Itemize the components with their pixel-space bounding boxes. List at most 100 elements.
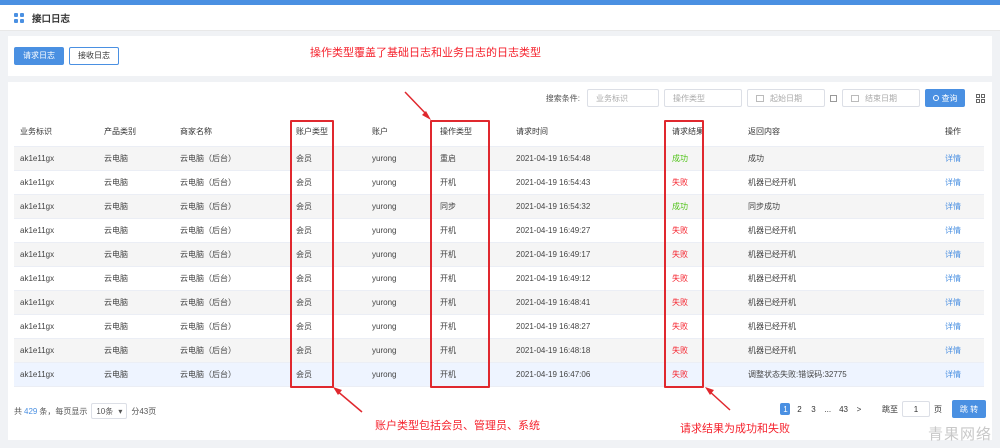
table-cell: 云电脑 [98,194,174,219]
table-row: ak1e11gx 云电脑 云电脑（后台） 会员 yurong 同步 2021-04-19 1… [14,194,984,219]
table-cell: 云电脑（后台） [174,194,290,219]
log-table: 业务标识 产品类别 商家名称 账户类型 账户 操作类型 请求时间 请求结果 返回… [14,118,984,387]
table-row: ak1e11gx 云电脑 云电脑（后台） 会员 yurong 重启 2021-04-19 1… [14,146,984,171]
table-row: ak1e11gx 云电脑 云电脑（后台） 会员 yurong 开机 2021-04-19 1… [14,362,984,387]
table-cell: 机器已经开机 [742,290,922,315]
table-cell: 云电脑 [98,290,174,315]
table-cell: ak1e11gx [14,290,98,315]
operation-type-input[interactable]: 操作类型 [664,89,742,107]
details-link[interactable]: 详情 [922,242,984,267]
tab-request-log[interactable]: 请求日志 [14,47,64,65]
details-link[interactable]: 详情 [922,170,984,195]
page-size-select[interactable]: 10条 ▾ [91,403,128,419]
table-cell: 云电脑（后台） [174,218,290,243]
request-result-annotation: 请求结果为成功和失败 [680,423,790,435]
query-button[interactable]: 查询 [925,89,965,107]
account-type-highlight-box [290,120,334,388]
table-cell: 机器已经开机 [742,242,922,267]
table-cell: ak1e11gx [14,338,98,363]
table-cell: 云电脑（后台） [174,242,290,267]
details-link[interactable]: 详情 [922,194,984,219]
search-label: 搜索条件: [545,93,580,103]
table-row: ak1e11gx 云电脑 云电脑（后台） 会员 yurong 开机 2021-04-19 1… [14,266,984,291]
next-page-button[interactable]: > [854,403,864,415]
search-bar: 搜索条件: 业务标识 操作类型 起始日期 结束日期 查询 [546,88,986,108]
details-link[interactable]: 详情 [922,266,984,291]
pagination-summary: 共 429 条，每页显示 10条 ▾ 分43页 [14,403,156,419]
page-header: 接口日志 [0,5,1000,31]
table-cell: 成功 [742,146,922,171]
table-cell: ak1e11gx [14,362,98,387]
table-cell: 机器已经开机 [742,266,922,291]
date-range-separator-icon [830,94,837,102]
details-link[interactable]: 详情 [922,362,984,387]
table-cell: ak1e11gx [14,194,98,219]
table-cell: 2021-04-19 16:48:18 [510,338,666,363]
table-cell: 2021-04-19 16:47:06 [510,362,666,387]
table-row: ak1e11gx 云电脑 云电脑（后台） 会员 yurong 开机 2021-04-19 1… [14,218,984,243]
table-cell: 云电脑（后台） [174,314,290,339]
page-number[interactable]: 3 [808,403,818,415]
watermark: 青果网络 [927,426,992,443]
page-list: 1 2 3... 43 > [780,403,864,415]
table-row: ak1e11gx 云电脑 云电脑（后台） 会员 yurong 开机 2021-04-19 1… [14,338,984,363]
search-icon [932,95,939,101]
table-row: ak1e11gx 云电脑 云电脑（后台） 会员 yurong 开机 2021-04-19 1… [14,290,984,315]
page-number[interactable]: 1 [780,403,791,415]
end-date-input[interactable]: 结束日期 [842,89,920,107]
start-date-input[interactable]: 起始日期 [747,89,825,107]
table-cell: 云电脑 [98,362,174,387]
details-link[interactable]: 详情 [922,218,984,243]
calendar-icon [851,94,859,102]
table-cell: 云电脑 [98,146,174,171]
details-link[interactable]: 详情 [922,338,984,363]
total-count: 429 [24,406,38,416]
table-cell: 2021-04-19 16:49:27 [510,218,666,243]
table-cell: 云电脑 [98,218,174,243]
pagination-controls: 1 2 3... 43 > 跳至 1 页 跳 转 [780,400,986,418]
table-cell: 云电脑 [98,338,174,363]
page-number[interactable]: 2 [794,403,804,415]
grid-icon [14,12,24,23]
table-cell: 云电脑（后台） [174,338,290,363]
table-row: ak1e11gx 云电脑 云电脑（后台） 会员 yurong 开机 2021-04-19 1… [14,314,984,339]
chevron-down-icon: ▾ [118,406,123,416]
table-cell: 云电脑 [98,242,174,267]
table-cell: 机器已经开机 [742,170,922,195]
table-cell: 云电脑（后台） [174,170,290,195]
details-link[interactable]: 详情 [922,146,984,171]
account-type-annotation: 账户类型包括会员、管理员、系统 [375,420,540,432]
log-table-card: 搜索条件: 业务标识 操作类型 起始日期 结束日期 查询 业务标识 产品类别 商… [8,82,992,440]
table-cell: 调整状态失败:错误码:32775 [742,362,922,387]
operation-type-annotation: 操作类型覆盖了基础日志和业务日志的日志类型 [310,47,541,59]
jump-page-input[interactable]: 1 [902,401,930,417]
jump-button[interactable]: 跳 转 [952,400,986,418]
table-row: ak1e11gx 云电脑 云电脑（后台） 会员 yurong 开机 2021-04-19 1… [14,242,984,267]
table-cell: 云电脑 [98,170,174,195]
page-ellipsis: ... [824,404,832,414]
table-cell: ak1e11gx [14,266,98,291]
column-header: 产品类别 [98,118,174,147]
table-cell: 机器已经开机 [742,338,922,363]
table-cell: 2021-04-19 16:49:12 [510,266,666,291]
table-cell: 2021-04-19 16:54:43 [510,170,666,195]
table-cell: yurong [366,266,434,291]
page-number[interactable]: 43 [837,403,850,415]
table-cell: 2021-04-19 16:54:48 [510,146,666,171]
tab-receive-log[interactable]: 接收日志 [69,47,119,65]
table-cell: ak1e11gx [14,242,98,267]
column-settings-icon[interactable] [976,93,986,103]
table-cell: 云电脑（后台） [174,362,290,387]
business-id-input[interactable]: 业务标识 [587,89,659,107]
table-cell: 云电脑（后台） [174,266,290,291]
request-result-highlight-box [664,120,704,388]
jump-label: 跳至 [882,404,898,414]
table-cell: yurong [366,170,434,195]
table-cell: yurong [366,194,434,219]
table-cell: yurong [366,362,434,387]
table-cell: yurong [366,146,434,171]
details-link[interactable]: 详情 [922,290,984,315]
page-unit: 页 [934,404,942,414]
details-link[interactable]: 详情 [922,314,984,339]
table-row: ak1e11gx 云电脑 云电脑（后台） 会员 yurong 开机 2021-04-19 1… [14,170,984,195]
